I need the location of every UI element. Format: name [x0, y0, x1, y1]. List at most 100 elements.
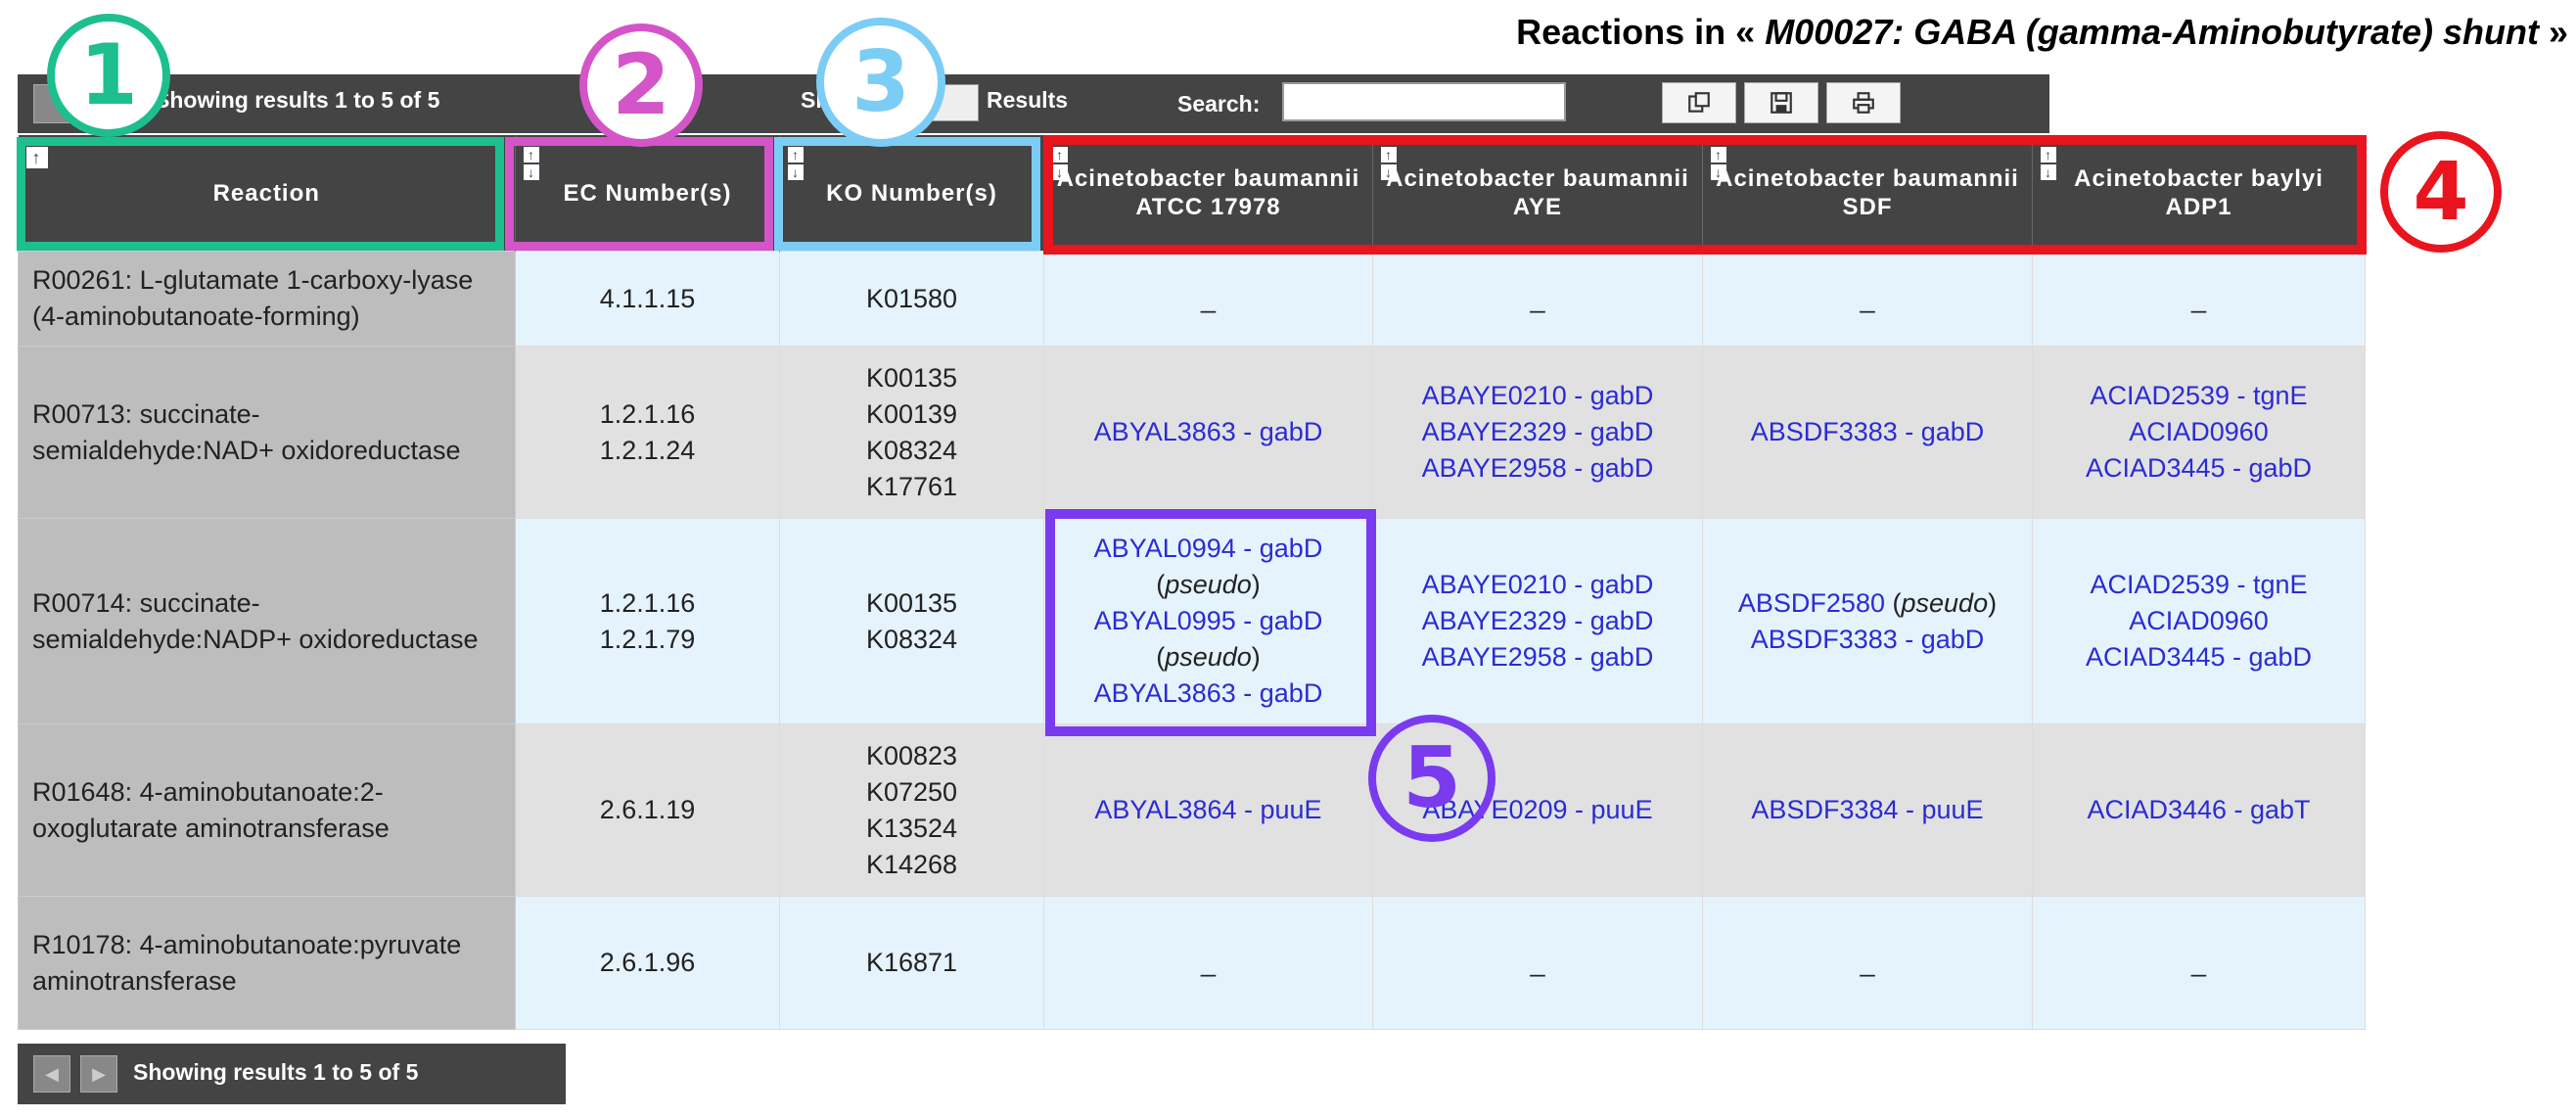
save-button[interactable] — [1744, 82, 1818, 123]
table-row: R00261: L-glutamate 1-carboxy-lyase (4-a… — [18, 251, 2366, 347]
ec-number: 1.2.1.16 — [599, 398, 696, 429]
gene-cell: _ — [1043, 251, 1373, 347]
pager-info-top: Showing results 1 to 5 of 5 — [155, 87, 440, 113]
gene-link[interactable]: ACIAD3446 - gabT — [2047, 792, 2351, 828]
reaction-cell: R00261: L-glutamate 1-carboxy-lyase (4-a… — [18, 251, 516, 347]
reaction-cell: R10178: 4-aminobutanoate:pyruvate aminot… — [18, 896, 516, 1030]
ec-number: 1.2.1.79 — [599, 624, 696, 654]
gene-link[interactable]: ABAYE2329 - gabD — [1387, 414, 1688, 450]
highlight-box-ko — [774, 137, 1040, 251]
gene-link[interactable]: ACIAD3445 - gabD — [2047, 450, 2351, 487]
ko-number: K00823 — [865, 740, 958, 770]
gene-link[interactable]: ABSDF3383 - gabD — [1717, 622, 2018, 658]
reaction-cell: R01648: 4-aminobutanoate:2-oxoglutarate … — [18, 723, 516, 897]
gene-link[interactable]: ACIAD3445 - gabD — [2047, 639, 2351, 675]
ko-cell: K00135 K00139 K08324 K17761 — [779, 346, 1044, 519]
gene-cell: ABYAL3864 - puuE — [1043, 723, 1373, 897]
gene-cell: _ — [2032, 896, 2366, 1030]
print-icon — [1853, 92, 1874, 114]
marker-5: 5 — [1368, 715, 1495, 842]
gene-link[interactable]: ABAYE2958 - gabD — [1387, 639, 1688, 675]
gene-cell: _ — [1702, 896, 2033, 1030]
gene-link[interactable]: ABAYE2958 - gabD — [1387, 450, 1688, 487]
gene-cell: ABAYE0210 - gabD ABAYE2329 - gabD ABAYE295… — [1372, 346, 1703, 519]
arrow-right-icon: ▶ — [92, 1063, 106, 1084]
title-suffix: » — [2538, 12, 2568, 52]
arrow-left-icon: ◀ — [45, 1063, 59, 1084]
marker-3: 3 — [816, 18, 945, 147]
ec-cell: 2.6.1.96 — [515, 896, 780, 1030]
gene-cell: ABYAL3863 - gabD — [1043, 346, 1373, 519]
gene-cell: ACIAD2539 - tgnE ACIAD0960 ACIAD3445 - gab… — [2032, 346, 2366, 519]
ko-cell: K01580 — [779, 251, 1044, 347]
gene-cell: _ — [2032, 251, 2366, 347]
ko-number: K14268 — [865, 849, 958, 879]
highlight-box-genes — [1045, 509, 1376, 736]
ko-number: K00139 — [865, 398, 958, 429]
ko-number: K07250 — [865, 776, 958, 807]
gene-link[interactable]: ACIAD2539 - tgnE — [2047, 567, 2351, 603]
gene-link[interactable]: ACIAD0960 — [2047, 603, 2351, 639]
gene-cell: _ — [1702, 251, 2033, 347]
copy-button[interactable] — [1662, 82, 1736, 123]
highlight-box-reaction — [17, 137, 504, 251]
ko-cell: K00135 K08324 — [779, 518, 1044, 724]
ko-number: K13524 — [865, 813, 958, 843]
title-prefix: Reactions in « — [1516, 12, 1766, 52]
table-footer: ◀ ▶ Showing results 1 to 5 of 5 — [18, 1044, 566, 1104]
ko-number: K00135 — [865, 362, 958, 393]
marker-1: 1 — [47, 14, 170, 137]
gene-link[interactable]: ACIAD2539 - tgnE — [2047, 378, 2351, 414]
marker-2: 2 — [579, 23, 703, 147]
marker-4: 4 — [2380, 131, 2502, 253]
reaction-cell: R00714: succinate-semialdehyde:NADP+ oxi… — [18, 518, 516, 724]
gene-cell: ABSDF3383 - gabD — [1702, 346, 2033, 519]
search-label: Search: — [1177, 91, 1261, 116]
gene-link[interactable]: ABSDF3384 - puuE — [1717, 792, 2018, 828]
page-title: Reactions in « M00027: GABA (gamma-Amino… — [1516, 12, 2568, 53]
reaction-cell: R00713: succinate-semialdehyde:NAD+ oxid… — [18, 346, 516, 519]
save-icon — [1771, 92, 1792, 114]
gene-cell: ABAYE0210 - gabD ABAYE2329 - gabD ABAYE295… — [1372, 518, 1703, 724]
ko-number: K08324 — [865, 435, 958, 465]
pager-info-bottom: Showing results 1 to 5 of 5 — [133, 1059, 419, 1085]
gene-cell: ACIAD3446 - gabT — [2032, 723, 2366, 897]
gene-link[interactable]: ABAYE0210 - gabD — [1387, 567, 1688, 603]
results-label: Results — [987, 87, 1069, 113]
ko-cell: K16871 — [779, 896, 1044, 1030]
gene-cell: _ — [1372, 896, 1703, 1030]
ko-cell: K00823 K07250 K13524 K14268 — [779, 723, 1044, 897]
prev-page-button[interactable]: ◀ — [33, 1055, 70, 1093]
ec-cell: 1.2.1.16 1.2.1.79 — [515, 518, 780, 724]
gene-link[interactable]: ABAYE0210 - gabD — [1387, 378, 1688, 414]
gene-link[interactable]: ABAYE2329 - gabD — [1387, 603, 1688, 639]
gene-cell: _ — [1043, 896, 1373, 1030]
next-page-button[interactable]: ▶ — [80, 1055, 117, 1093]
table-toolbar: Showing results 1 to 5 of 5 Show Results… — [18, 74, 2049, 133]
ko-number: K17761 — [865, 471, 958, 501]
ko-number: K08324 — [865, 624, 958, 654]
ec-cell: 4.1.1.15 — [515, 251, 780, 347]
highlight-box-ec — [505, 137, 773, 251]
gene-link[interactable]: ACIAD0960 — [2047, 414, 2351, 450]
gene-cell: ACIAD2539 - tgnE ACIAD0960 ACIAD3445 - gab… — [2032, 518, 2366, 724]
gene-link[interactable]: ABSDF2580 — [1738, 588, 1885, 618]
pseudo-label: pseudo — [1901, 587, 1989, 618]
gene-link[interactable]: ABYAL3864 - puuE — [1058, 792, 1358, 828]
ko-number: K00135 — [865, 587, 958, 618]
gene-cell: ABSDF3384 - puuE — [1702, 723, 2033, 897]
table-row: R01648: 4-aminobutanoate:2-oxoglutarate … — [18, 723, 2366, 897]
ec-number: 1.2.1.16 — [599, 587, 696, 618]
search-input[interactable] — [1282, 82, 1566, 121]
gene-link[interactable]: ABSDF3383 - gabD — [1717, 414, 2018, 450]
gene-link[interactable]: ABYAL3863 - gabD — [1058, 414, 1358, 450]
table-row: R00713: succinate-semialdehyde:NAD+ oxid… — [18, 346, 2366, 519]
copy-icon — [1688, 92, 1710, 113]
print-button[interactable] — [1826, 82, 1901, 123]
gene-cell: ABSDF2580 (pseudo) ABSDF3383 - gabD — [1702, 518, 2033, 724]
gene-cell: _ — [1372, 251, 1703, 347]
ec-number: 1.2.1.24 — [599, 435, 696, 465]
highlight-box-genomes — [1043, 135, 2367, 255]
pseudo-note: (pseudo) — [1892, 587, 1998, 618]
ec-cell: 2.6.1.19 — [515, 723, 780, 897]
